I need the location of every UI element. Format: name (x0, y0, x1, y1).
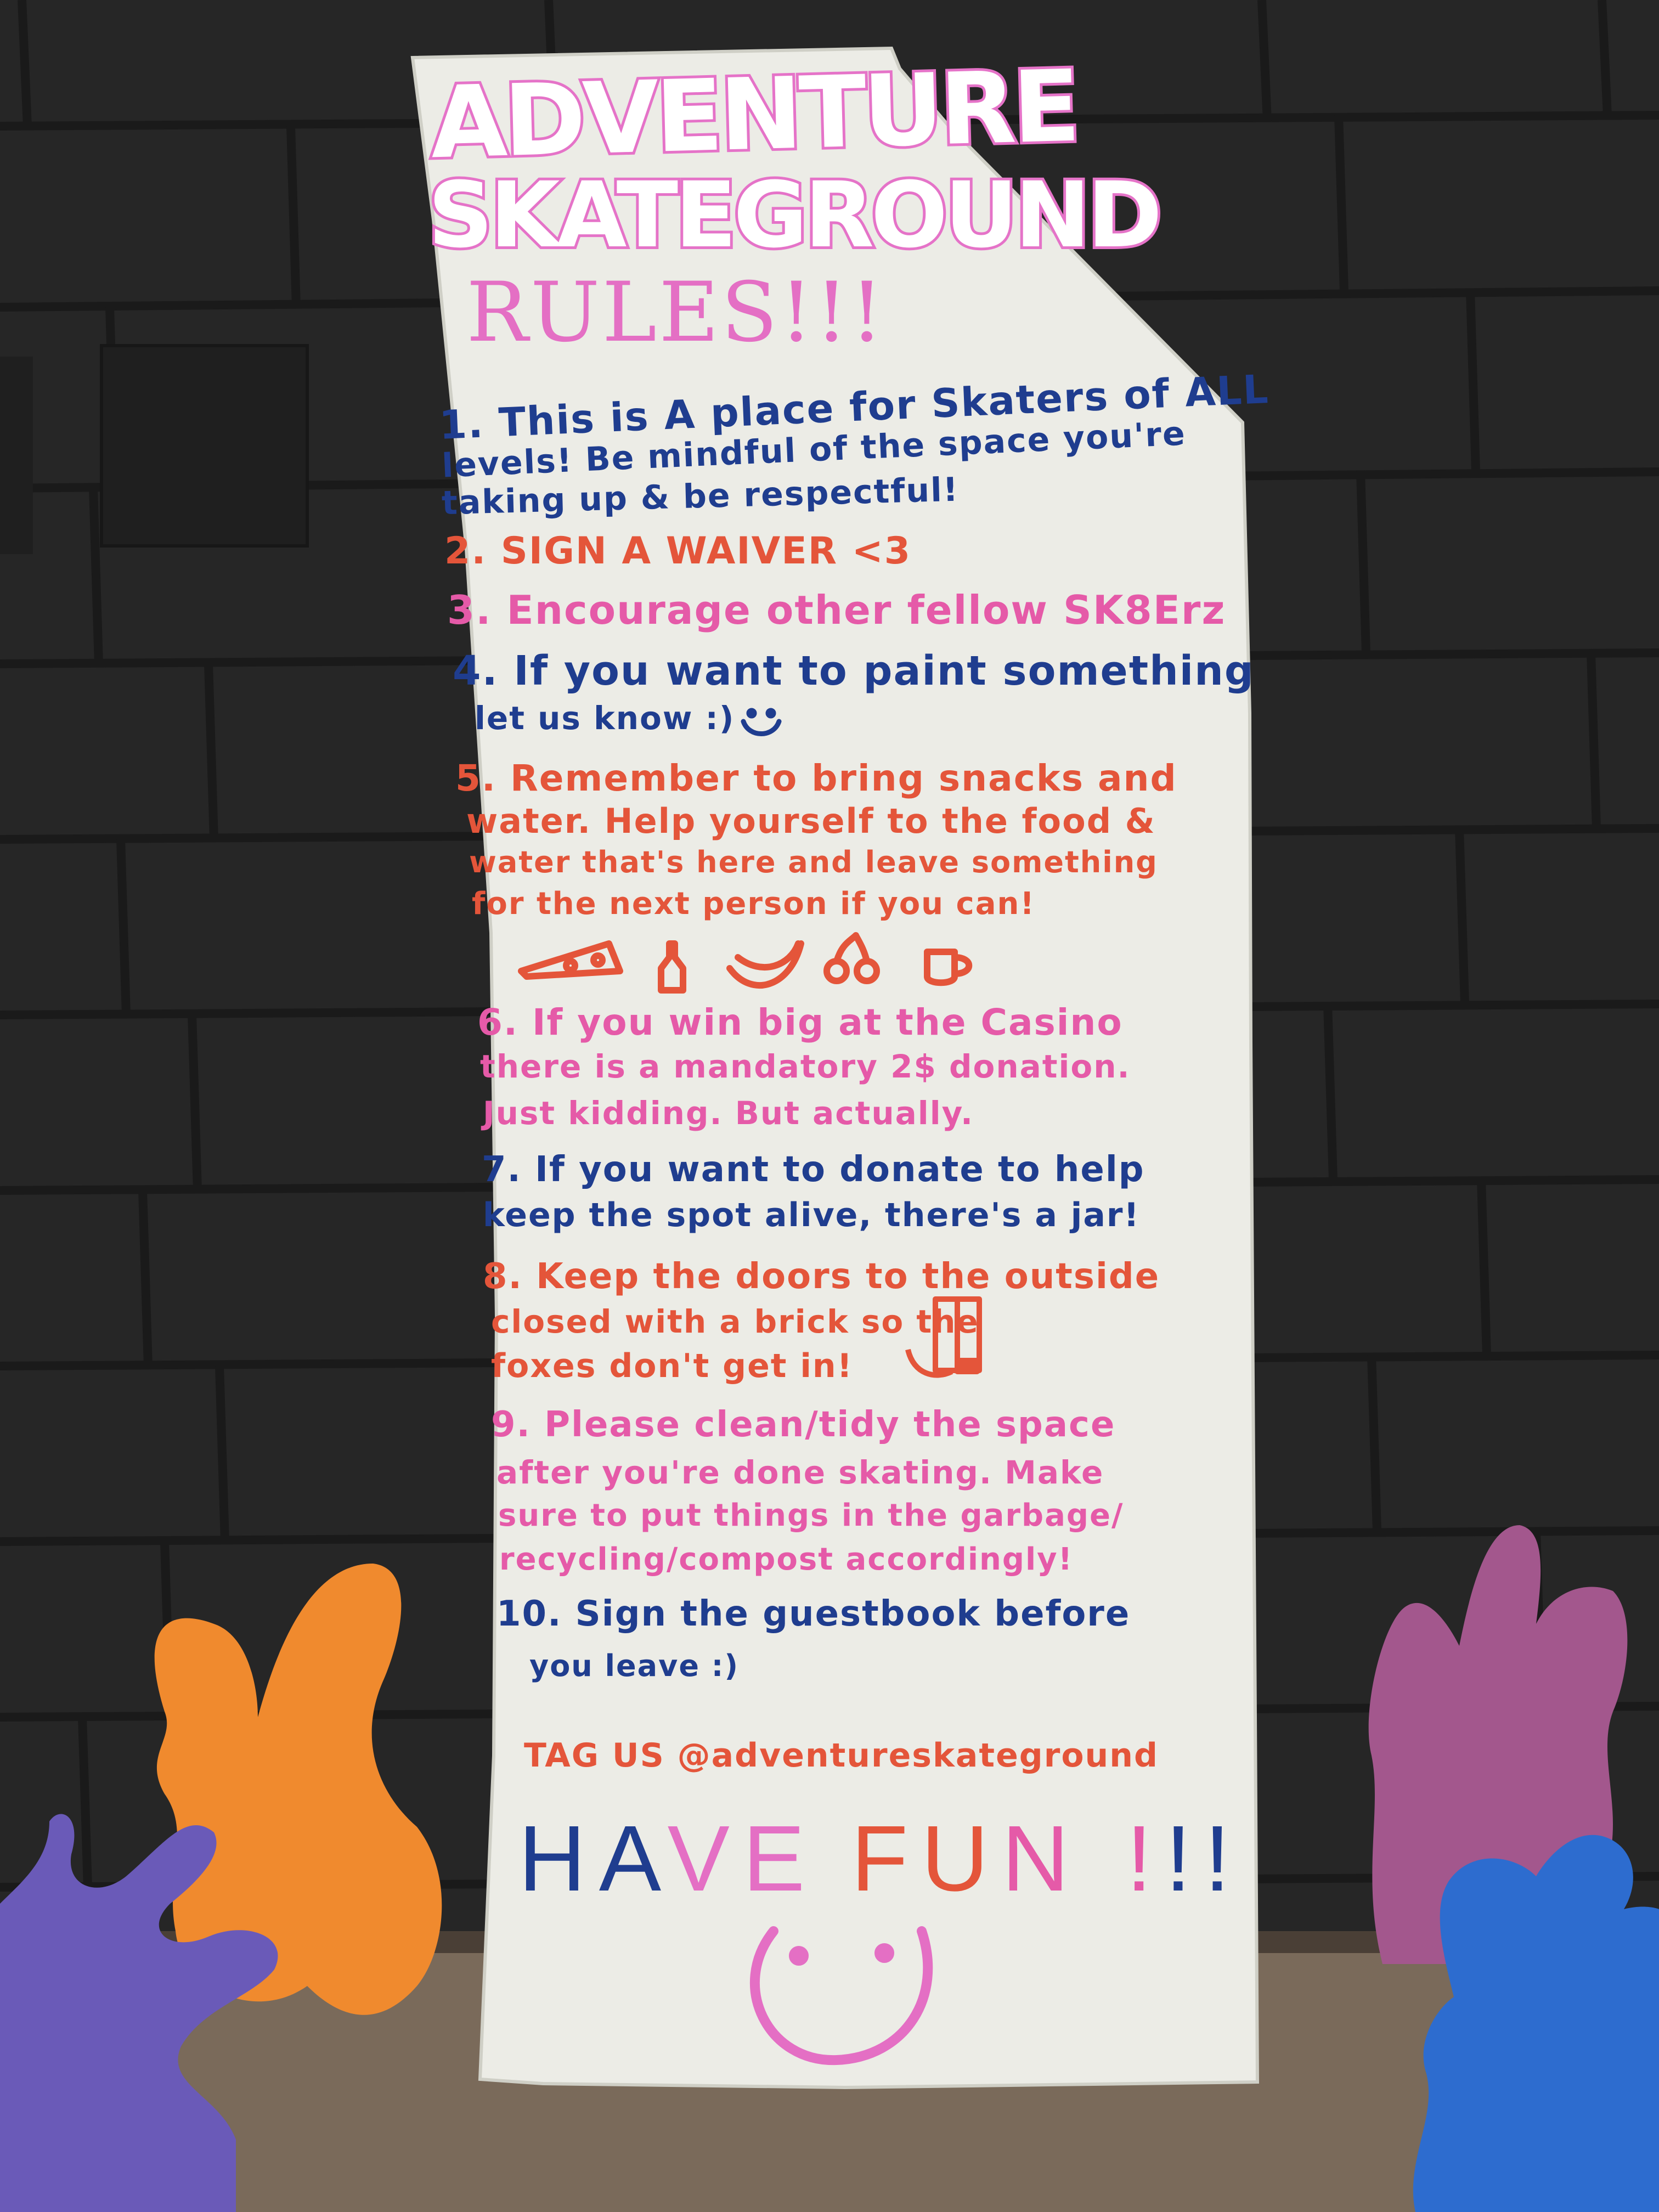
sign-title-line1: ADVENTURE (426, 47, 1081, 184)
fun-letter: E (742, 1807, 819, 1911)
rule-4-line: 4. If you want to paint something (453, 647, 1255, 695)
wall-plate (100, 344, 309, 548)
rule-8-line: closed with a brick so the (491, 1303, 979, 1340)
rule-7-line: 7. If you want to donate to help (482, 1149, 1145, 1190)
fun-letter: ! (1165, 1807, 1205, 1911)
have-fun: HAVE FUN!!! (518, 1805, 1243, 1912)
fun-letter: V (667, 1807, 743, 1911)
rules-heading: RULES!!! (466, 265, 886, 360)
wall-plate-left (0, 357, 33, 554)
fun-letter: F (851, 1807, 922, 1911)
fun-letter: ! (1204, 1807, 1244, 1911)
rule-6-line: 6. If you win big at the Casino (477, 1001, 1123, 1043)
rule-3: 3. Encourage other fellow SK8Erz (447, 587, 1226, 633)
rule-10-line: you leave :) (529, 1649, 740, 1683)
rule-5-line: for the next person if you can! (472, 886, 1035, 922)
rule-9-line: after you're done skating. Make (496, 1454, 1104, 1491)
rule-10-line: 10. Sign the guestbook before (496, 1594, 1131, 1634)
rule-6-line: there is a mandatory 2$ donation. (480, 1048, 1131, 1085)
rule-9-line: recycling/compost accordingly! (499, 1542, 1074, 1577)
rule-5-line: water. Help yourself to the food & (466, 801, 1156, 841)
rule-2: 2. SIGN A WAIVER <3 (444, 529, 912, 573)
fun-letter: N (1001, 1807, 1082, 1911)
rule-4-line: let us know :) (475, 699, 735, 737)
rule-7-line: keep the spot alive, there's a jar! (483, 1196, 1140, 1234)
rule-8-line: 8. Keep the doors to the outside (483, 1256, 1160, 1297)
fun-letter: A (599, 1807, 668, 1911)
tag-line: TAG US @adventureskateground (524, 1736, 1159, 1775)
rule-5-line: water that's here and leave something (469, 845, 1158, 879)
rule-6-line: Just kidding. But actually. (483, 1094, 974, 1132)
rule-8-line: foxes don't get in! (491, 1347, 854, 1385)
rule-5-line: 5. Remember to bring snacks and (455, 757, 1177, 799)
fun-letter: U (921, 1807, 1002, 1911)
fun-letter: H (518, 1807, 599, 1911)
rule-9-line: sure to put things in the garbage/ (498, 1498, 1124, 1533)
sign-title-line2: SKATEGROUND (425, 162, 1165, 268)
cutout-blue (1413, 1835, 1659, 2212)
rule-9-line: 9. Please clean/tidy the space (491, 1404, 1116, 1445)
fun-letter: ! (1126, 1807, 1165, 1911)
